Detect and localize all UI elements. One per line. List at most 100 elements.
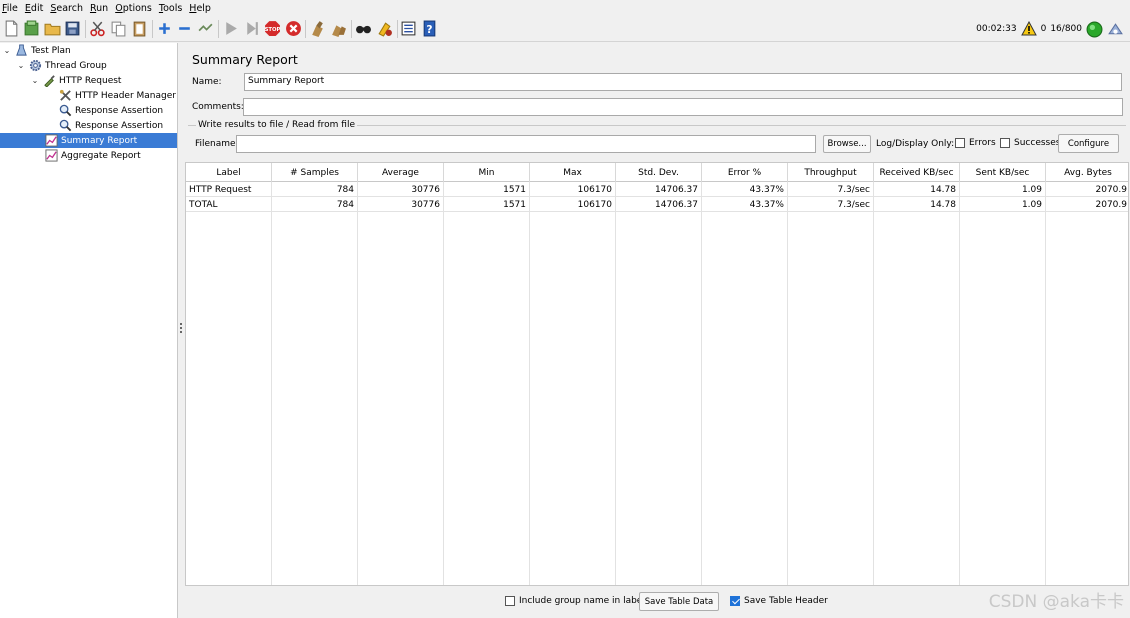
help-icon[interactable]: ? [421, 20, 438, 37]
menu-options[interactable]: Options [113, 3, 157, 14]
table-cell: 2070.9 [1095, 199, 1128, 210]
status-area: 00:02:33 0 16/800 [976, 20, 1124, 38]
collapse-toggle-icon[interactable]: ⌄ [30, 75, 40, 85]
shutdown-icon[interactable] [285, 20, 302, 37]
successes-label: Successes [1014, 138, 1061, 148]
column-header[interactable]: Error % [702, 163, 788, 182]
table-cell: TOTAL [186, 197, 272, 212]
tree-item-aggregate-report[interactable]: Aggregate Report [44, 148, 141, 163]
table-cell: 14706.37 [616, 197, 702, 212]
start-icon[interactable] [222, 20, 239, 37]
magnifier-icon [58, 119, 72, 133]
table-cell: 1571 [444, 182, 530, 197]
tree-item-test-plan[interactable]: ⌄ Test Plan [4, 43, 71, 58]
tree-item-header-manager[interactable]: HTTP Header Manager [58, 88, 176, 103]
column-header[interactable]: Sent KB/sec [960, 163, 1046, 182]
save-table-data-button[interactable]: Save Table Data [639, 592, 719, 611]
column-header[interactable]: Throughput [788, 163, 874, 182]
clear-all-icon[interactable] [330, 20, 347, 37]
comments-label: Comments: [192, 102, 244, 112]
paste-icon[interactable] [131, 20, 148, 37]
menu-tools[interactable]: Tools [157, 3, 187, 14]
toggle-icon[interactable] [197, 20, 214, 37]
expand-icon[interactable] [156, 20, 173, 37]
table-cell: 14.78 [874, 197, 960, 212]
column-header[interactable]: Min [444, 163, 530, 182]
file-section-title: Write results to file / Read from file [196, 120, 357, 130]
column-header[interactable]: Std. Dev. [616, 163, 702, 182]
test-plan-tree: ⌄ Test Plan ⌄ Thread Group ⌄ HTTP Reques… [0, 43, 178, 618]
warning-icon[interactable] [1020, 21, 1037, 37]
tree-label: Response Assertion [75, 105, 164, 116]
table-cell: 43.37% [702, 182, 788, 197]
open-icon[interactable] [44, 20, 61, 37]
comments-field[interactable] [243, 98, 1123, 116]
tree-item-summary-report[interactable]: Summary Report [0, 133, 177, 148]
name-field[interactable]: Summary Report [244, 73, 1122, 91]
start-no-pauses-icon[interactable] [243, 20, 260, 37]
table-row[interactable]: HTTP Request 784 30776 1571 106170 14706… [186, 182, 1128, 197]
stop-icon[interactable]: STOP [264, 20, 281, 37]
column-header[interactable]: Average [358, 163, 444, 182]
menu-file[interactable]: File [0, 3, 23, 14]
table-cell: 784 [272, 182, 358, 197]
gear-icon [28, 59, 42, 73]
remote-status-icon[interactable] [1107, 21, 1124, 38]
configure-button[interactable]: Configure [1058, 134, 1119, 153]
svg-text:STOP: STOP [265, 27, 281, 33]
include-group-checkbox[interactable] [505, 596, 515, 606]
summary-report-panel: Summary Report Name: Summary Report Comm… [184, 43, 1130, 618]
table-cell: 7.3/sec [788, 197, 874, 212]
tree-item-thread-group[interactable]: ⌄ Thread Group [18, 58, 107, 73]
collapse-icon[interactable] [176, 20, 193, 37]
reset-search-icon[interactable] [376, 20, 393, 37]
table-row[interactable]: TOTAL 784 30776 1571 106170 14706.37 43.… [186, 197, 1128, 212]
collapse-toggle-icon[interactable]: ⌄ [16, 60, 26, 70]
tree-item-response-assertion-2[interactable]: Response Assertion [58, 118, 163, 133]
table-cell: 30776 [358, 182, 444, 197]
menu-run[interactable]: Run [88, 3, 113, 14]
column-header[interactable]: # Samples [272, 163, 358, 182]
include-group-label: Include group name in label? [519, 596, 650, 606]
table-cell: 14.78 [874, 182, 960, 197]
errors-checkbox[interactable] [955, 138, 965, 148]
tools-icon [58, 89, 72, 103]
tree-label: Summary Report [61, 135, 138, 146]
table-cell: 1.09 [960, 182, 1046, 197]
tree-item-response-assertion-1[interactable]: Response Assertion [58, 103, 163, 118]
tree-label: HTTP Header Manager [75, 90, 176, 101]
copy-icon[interactable] [110, 20, 127, 37]
save-table-header-checkbox[interactable] [730, 596, 740, 606]
successes-checkbox[interactable] [1000, 138, 1010, 148]
pipette-icon [42, 74, 56, 88]
column-header[interactable]: Max [530, 163, 616, 182]
test-plan-icon [14, 44, 28, 58]
tree-item-http-request[interactable]: ⌄ HTTP Request [32, 73, 121, 88]
menu-help[interactable]: Help [187, 3, 216, 14]
tree-label: HTTP Request [59, 75, 122, 86]
search-icon[interactable] [355, 20, 372, 37]
column-header[interactable]: Received KB/sec [874, 163, 960, 182]
splitter-grip-icon[interactable] [180, 323, 182, 333]
svg-text:?: ? [426, 23, 432, 36]
function-helper-icon[interactable] [400, 20, 417, 37]
collapse-toggle-icon[interactable]: ⌄ [2, 45, 12, 55]
filename-field[interactable] [236, 135, 816, 153]
table-cell: 106170 [530, 197, 616, 212]
new-icon[interactable] [3, 20, 20, 37]
menu-edit[interactable]: Edit [23, 3, 48, 14]
results-table: Label # Samples Average Min Max Std. Dev… [185, 162, 1129, 586]
report-chart-icon [44, 134, 58, 148]
running-indicator-icon [1086, 21, 1103, 38]
tree-label: Aggregate Report [61, 150, 141, 161]
column-header[interactable]: Avg. Bytes [1046, 163, 1128, 182]
menu-search[interactable]: Search [48, 3, 88, 14]
browse-button[interactable]: Browse... [823, 135, 871, 153]
watermark: CSDN @aka卡卡 [988, 592, 1124, 612]
clear-icon[interactable] [309, 20, 326, 37]
magnifier-icon [58, 104, 72, 118]
cut-icon[interactable] [89, 20, 106, 37]
column-header[interactable]: Label [186, 163, 272, 182]
templates-icon[interactable] [23, 20, 40, 37]
save-icon[interactable] [64, 20, 81, 37]
